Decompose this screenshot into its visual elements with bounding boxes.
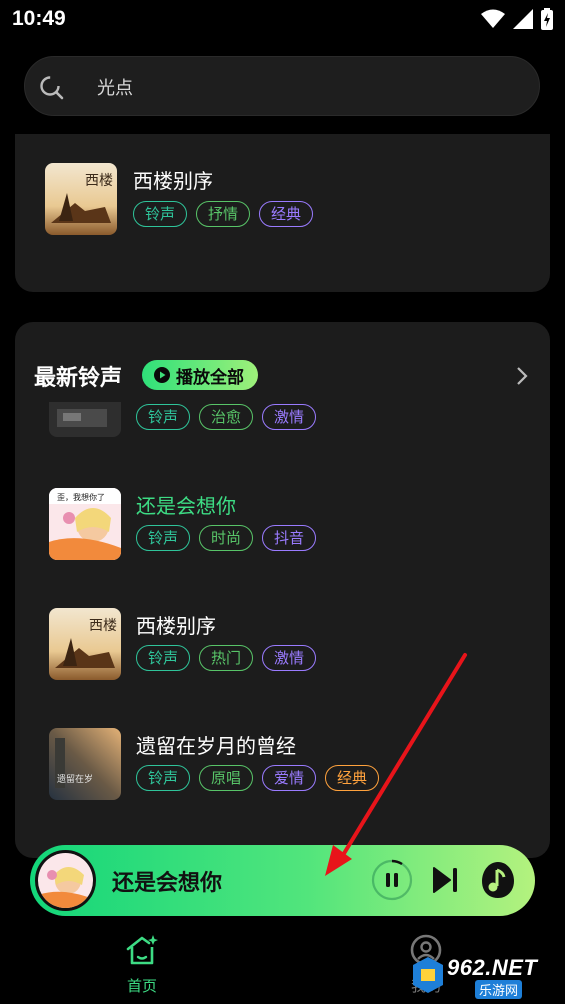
song-title[interactable]: 西楼别序: [133, 165, 213, 194]
watermark-logo-icon: [413, 957, 443, 993]
tag[interactable]: 抒情: [196, 201, 251, 227]
pause-icon[interactable]: [371, 859, 413, 901]
next-track-icon[interactable]: [432, 865, 460, 895]
signal-icon: [513, 9, 533, 29]
status-icons: [481, 8, 553, 30]
site-watermark: 962.NET 乐游网: [411, 953, 559, 999]
song-title[interactable]: 还是会想你: [136, 490, 236, 519]
song-title[interactable]: 西楼别序: [136, 610, 216, 639]
cover-art-icon: 遗留在岁: [49, 728, 121, 800]
play-icon: [154, 367, 170, 383]
recommend-card: 西楼 西楼别序 铃声 抒情 经典: [15, 134, 550, 292]
tag[interactable]: 铃声: [136, 404, 191, 430]
cover-art-icon: [49, 402, 121, 437]
list-item[interactable]: 铃声 治愈 激情: [15, 402, 550, 442]
song-tags: 铃声 时尚 抖音: [136, 525, 317, 551]
tag[interactable]: 经典: [259, 201, 314, 227]
tag[interactable]: 治愈: [199, 404, 254, 430]
search-placeholder: 光点: [97, 78, 133, 99]
song-tags: 铃声 抒情 经典: [133, 201, 314, 227]
search-bar[interactable]: 光点: [24, 56, 540, 116]
now-playing-bar[interactable]: 还是会想你: [30, 845, 535, 916]
wifi-icon: [481, 9, 505, 28]
song-tags: 铃声 原唱 爱情 经典: [136, 765, 380, 791]
tag[interactable]: 激情: [262, 645, 317, 671]
tag[interactable]: 铃声: [136, 645, 191, 671]
song-title[interactable]: 遗留在岁月的曾经: [136, 730, 296, 759]
section-title: 最新铃声: [34, 366, 123, 391]
status-bar: 10:49: [0, 0, 565, 40]
cover-art-icon: [38, 853, 93, 908]
battery-icon: [541, 8, 553, 30]
cover-art-icon: 西楼: [49, 608, 121, 680]
nav-home-label: 首页: [126, 977, 157, 995]
svg-text:遗留在岁: 遗留在岁: [57, 773, 93, 785]
play-all-button[interactable]: 播放全部: [142, 360, 258, 390]
status-time: 10:49: [12, 7, 66, 30]
player-cover[interactable]: [35, 850, 96, 911]
song-cover[interactable]: 遗留在岁: [49, 728, 121, 800]
song-cover[interactable]: 西楼: [45, 163, 117, 235]
music-note-icon[interactable]: [480, 860, 516, 900]
cover-art-icon: 西楼: [45, 163, 117, 235]
svg-text:西楼: 西楼: [89, 618, 117, 634]
tag[interactable]: 铃声: [133, 201, 188, 227]
search-icon: [40, 76, 64, 100]
play-all-label: 播放全部: [176, 367, 244, 388]
cover-art-icon: 歪，我想你了: [49, 488, 121, 560]
tag[interactable]: 激情: [262, 404, 317, 430]
tag[interactable]: 原唱: [199, 765, 254, 791]
tag[interactable]: 爱情: [262, 765, 317, 791]
song-tags: 铃声 治愈 激情: [136, 404, 317, 430]
cover-text: 歪，我想你了: [57, 492, 105, 502]
latest-ringtones-card: 最新铃声 播放全部 铃声 治愈 激情 歪，我想你了 还是会想你 铃声 时尚 抖音: [15, 322, 550, 858]
player-song-title: 还是会想你: [112, 871, 223, 896]
watermark-text: 962.NET: [447, 955, 538, 980]
song-cover[interactable]: 歪，我想你了: [49, 488, 121, 560]
song-cover: [49, 402, 121, 437]
tag[interactable]: 抖音: [262, 525, 317, 551]
song-tags: 铃声 热门 激情: [136, 645, 317, 671]
tag[interactable]: 铃声: [136, 765, 191, 791]
tag[interactable]: 时尚: [199, 525, 254, 551]
svg-text:西楼: 西楼: [85, 173, 113, 189]
home-icon: [126, 935, 158, 965]
tag[interactable]: 铃声: [136, 525, 191, 551]
tag[interactable]: 经典: [325, 765, 380, 791]
tag[interactable]: 热门: [199, 645, 254, 671]
watermark-subtext: 乐游网: [475, 980, 523, 999]
nav-home[interactable]: 首页: [118, 933, 166, 996]
song-cover[interactable]: 西楼: [49, 608, 121, 680]
chevron-right-icon[interactable]: [516, 366, 528, 386]
